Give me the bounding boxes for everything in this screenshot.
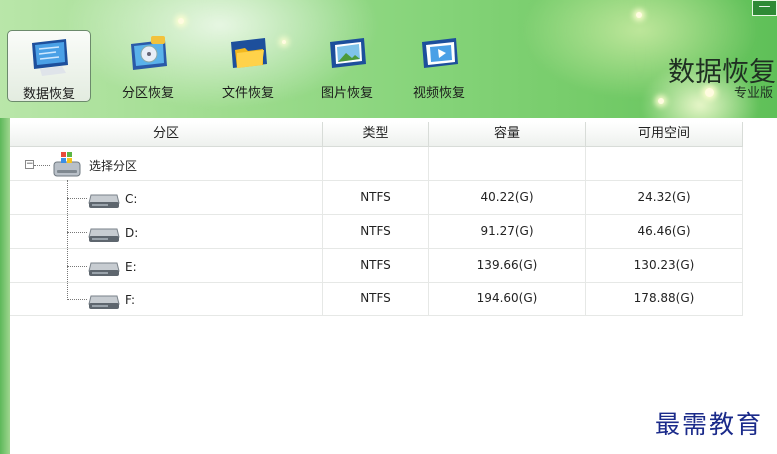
cell-partition — [10, 215, 323, 248]
tree-connector — [67, 299, 87, 300]
drive-label: E: — [125, 260, 137, 274]
column-header-capacity[interactable]: 容量 — [429, 122, 586, 146]
cell-free: 130.23(G) — [586, 249, 743, 282]
drive-label: D: — [125, 226, 139, 240]
cell-free — [586, 147, 743, 180]
monitor-data-icon — [32, 39, 68, 76]
tree-connector — [67, 198, 87, 199]
tree-root-label[interactable]: 选择分区 — [89, 157, 137, 174]
cell-type: NTFS — [323, 215, 429, 248]
cell-capacity: 91.27(G) — [429, 215, 586, 248]
sparkle-decoration — [178, 18, 184, 24]
folder-icon — [231, 38, 267, 68]
cell-type — [323, 147, 429, 180]
tool-video-recovery-button[interactable]: 视频恢复 — [397, 30, 481, 102]
cell-partition — [10, 181, 323, 214]
cell-type: NTFS — [323, 249, 429, 282]
cell-type: NTFS — [323, 282, 429, 315]
column-header-partition[interactable]: 分区 — [10, 122, 323, 146]
tool-label: 分区恢复 — [121, 86, 174, 101]
column-header-free-space[interactable]: 可用空间 — [586, 122, 743, 146]
cell-capacity: 194.60(G) — [429, 282, 586, 315]
sparkle-decoration — [705, 88, 714, 97]
app-header: — 数据恢复 分区恢复 文件恢复 图片恢复 视频恢复 数据恢复 专业版 — [0, 0, 777, 118]
film-icon — [422, 38, 458, 68]
minimize-button[interactable]: — — [752, 0, 777, 16]
tool-label: 视频恢复 — [412, 86, 465, 101]
tree-connector — [67, 266, 87, 267]
cell-free: 46.46(G) — [586, 215, 743, 248]
table-header: 分区 类型 容量 可用空间 — [10, 122, 743, 147]
sparkle-decoration — [636, 12, 642, 18]
window-left-border — [0, 118, 10, 454]
tree-connector — [34, 165, 50, 166]
hard-drive-icon — [88, 228, 120, 242]
hard-drive-icon — [88, 295, 120, 309]
cell-free: 178.88(G) — [586, 282, 743, 315]
sparkle-decoration — [658, 98, 664, 104]
tree-collapse-toggle[interactable]: − — [25, 160, 34, 169]
cell-partition — [10, 249, 323, 282]
cell-capacity: 40.22(G) — [429, 181, 586, 214]
cell-capacity — [429, 147, 586, 180]
hard-drive-icon — [88, 194, 120, 208]
tool-file-recovery-button[interactable]: 文件恢复 — [206, 30, 290, 102]
tool-label: 文件恢复 — [221, 86, 274, 101]
drive-label: C: — [125, 192, 138, 206]
app-edition-label: 专业版 — [734, 86, 774, 101]
computer-disk-icon — [53, 152, 81, 177]
partition-disk-icon — [131, 36, 167, 70]
tool-label: 图片恢复 — [320, 86, 373, 101]
column-header-type[interactable]: 类型 — [323, 122, 429, 146]
cell-partition — [10, 282, 323, 315]
tool-partition-recovery-button[interactable]: 分区恢复 — [106, 30, 190, 102]
tool-picture-recovery-button[interactable]: 图片恢复 — [305, 30, 389, 102]
picture-icon — [330, 38, 366, 68]
tree-connector — [67, 232, 87, 233]
cell-capacity: 139.66(G) — [429, 249, 586, 282]
drive-label: F: — [125, 293, 136, 307]
hard-drive-icon — [88, 262, 120, 276]
tool-label: 数据恢复 — [22, 87, 75, 102]
cell-type: NTFS — [323, 181, 429, 214]
cell-free: 24.32(G) — [586, 181, 743, 214]
tool-data-recovery-button[interactable]: 数据恢复 — [7, 30, 91, 102]
watermark-text: 最需教育 — [655, 410, 764, 439]
